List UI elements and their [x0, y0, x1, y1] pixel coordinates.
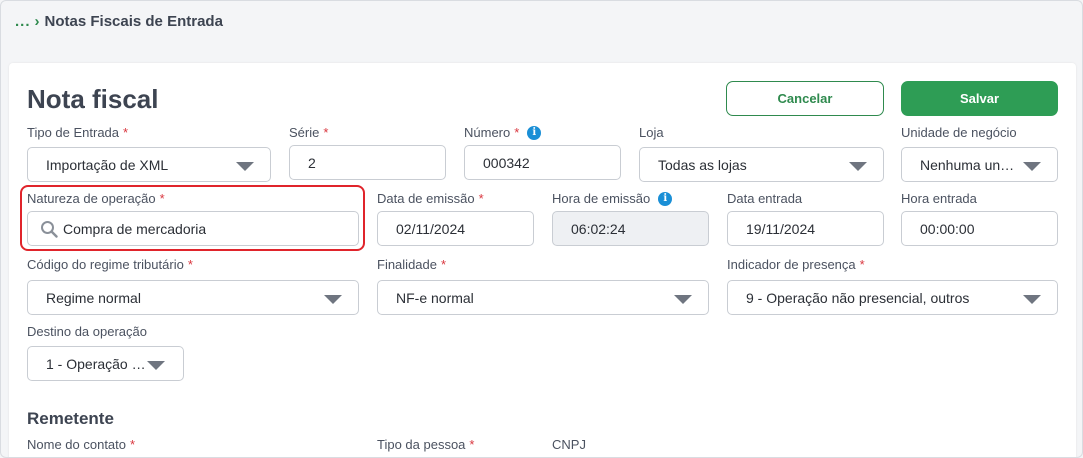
required-marker: *	[123, 125, 129, 140]
remetente-section-title: Remetente	[27, 409, 114, 428]
data-emissao-label: Data de emissão *	[377, 191, 484, 206]
destino-label: Destino da operação	[27, 324, 147, 339]
hora-emissao-label: Hora de emissão i	[552, 191, 673, 206]
page-title: Nota fiscal	[27, 84, 159, 114]
required-marker: *	[469, 437, 475, 452]
data-entrada-label: Data entrada	[727, 191, 803, 206]
required-marker: *	[323, 125, 329, 140]
caret-down-icon	[674, 295, 692, 304]
search-icon	[41, 221, 58, 238]
required-marker: *	[859, 257, 865, 272]
chevron-right-icon: ›	[34, 13, 40, 30]
presenca-label: Indicador de presença *	[727, 257, 865, 272]
required-marker: *	[478, 191, 484, 206]
data-entrada-input[interactable]: 19/11/2024	[727, 211, 884, 246]
regime-select[interactable]: Regime normal	[27, 280, 359, 315]
caret-down-icon	[236, 162, 254, 171]
cnpj-label: CNPJ	[552, 437, 586, 452]
caret-down-icon	[1023, 295, 1041, 304]
finalidade-label: Finalidade *	[377, 257, 447, 272]
tipo-entrada-label: Tipo de Entrada *	[27, 125, 129, 140]
caret-down-icon	[147, 361, 165, 370]
window: ... › Notas Fiscais de Entrada Nota fisc…	[0, 0, 1083, 458]
caret-down-icon	[1023, 162, 1041, 171]
save-button[interactable]: Salvar	[901, 81, 1058, 116]
hora-entrada-label: Hora entrada	[901, 191, 977, 206]
hora-emissao-input: 06:02:24	[552, 211, 709, 246]
serie-label: Série *	[289, 125, 329, 140]
nome-contato-label: Nome do contato *	[27, 437, 136, 452]
numero-label: Número * i	[464, 125, 542, 140]
destino-select[interactable]: 1 - Operação …	[27, 346, 184, 381]
serie-input[interactable]: 2	[289, 145, 446, 180]
breadcrumb: ... › Notas Fiscais de Entrada	[15, 13, 223, 30]
required-marker: *	[441, 257, 447, 272]
required-marker: *	[187, 257, 193, 272]
natureza-search-input[interactable]: Compra de mercadoria	[27, 211, 359, 246]
caret-down-icon	[849, 162, 867, 171]
presenca-select[interactable]: 9 - Operação não presencial, outros	[727, 280, 1058, 315]
data-emissao-input[interactable]: 02/11/2024	[377, 211, 534, 246]
info-icon[interactable]: i	[658, 191, 673, 206]
loja-label: Loja	[639, 125, 664, 140]
required-marker: *	[159, 191, 165, 206]
hora-entrada-input[interactable]: 00:00:00	[901, 211, 1058, 246]
numero-input[interactable]: 000342	[464, 145, 621, 180]
finalidade-select[interactable]: NF-e normal	[377, 280, 709, 315]
info-icon[interactable]: i	[527, 125, 542, 140]
caret-down-icon	[324, 295, 342, 304]
tipo-entrada-select[interactable]: Importação de XML	[27, 147, 271, 182]
required-marker: *	[514, 125, 520, 140]
tipo-pessoa-label: Tipo da pessoa *	[377, 437, 475, 452]
required-marker: *	[130, 437, 136, 452]
breadcrumb-current: Notas Fiscais de Entrada	[44, 13, 223, 30]
breadcrumb-ellipsis[interactable]: ...	[15, 13, 31, 30]
unidade-label: Unidade de negócio	[901, 125, 1017, 140]
loja-select[interactable]: Todas as lojas	[639, 147, 884, 182]
unidade-select[interactable]: Nenhuma uni…	[901, 147, 1058, 182]
regime-label: Código do regime tributário *	[27, 257, 193, 272]
cancel-button[interactable]: Cancelar	[726, 81, 884, 116]
form-card: Nota fiscal Cancelar Salvar Tipo de Entr…	[9, 63, 1076, 457]
natureza-label: Natureza de operação *	[27, 191, 165, 206]
